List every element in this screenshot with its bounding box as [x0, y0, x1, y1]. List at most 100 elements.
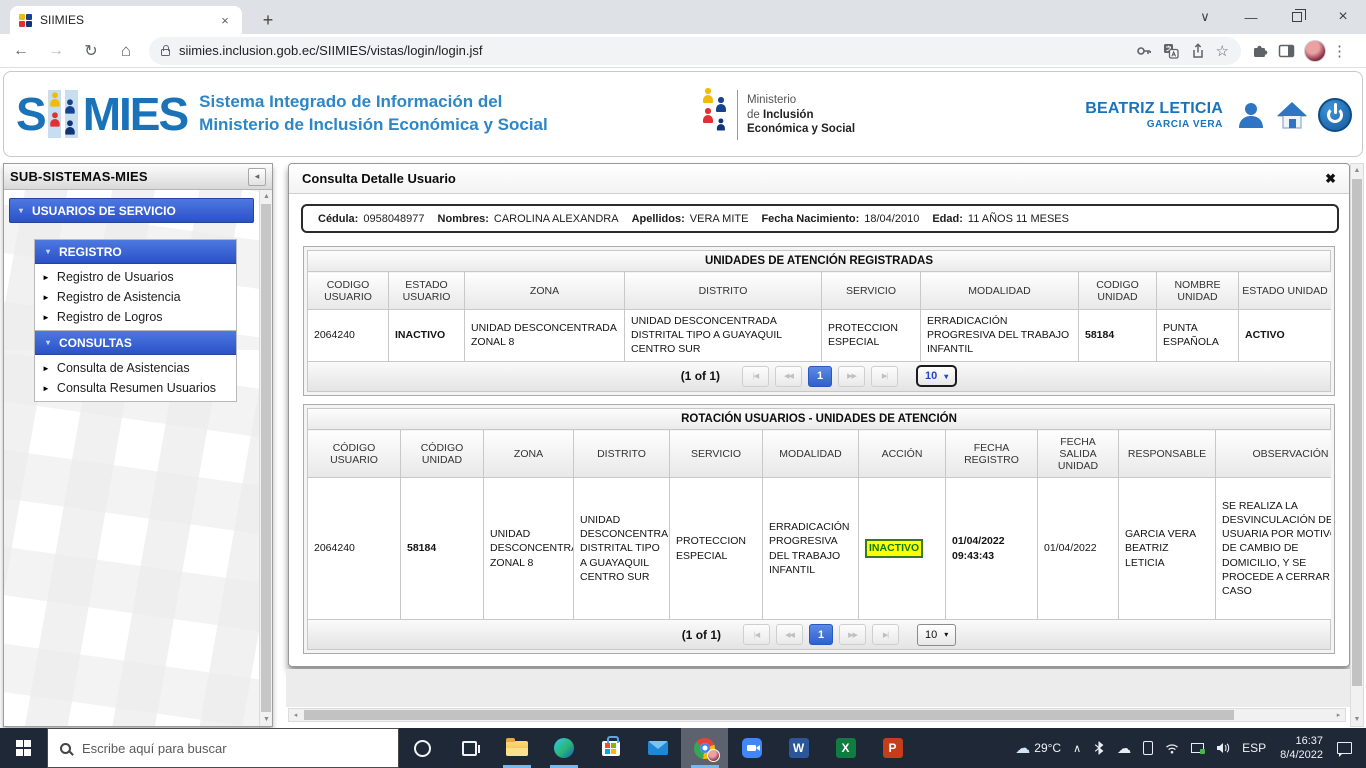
forward-icon[interactable]: →	[42, 37, 70, 65]
volume-button[interactable]	[1210, 728, 1236, 768]
close-icon[interactable]: ✖	[1325, 171, 1336, 187]
extensions-puzzle-icon[interactable]	[1251, 42, 1269, 60]
sidebar-item-consulta-de-asistencias[interactable]: ► Consulta de Asistencias	[35, 358, 236, 378]
system-tray: ☁ 29°C ∧ ☁ ESP 16:37 8/4/2022	[1009, 728, 1366, 768]
onedrive-cloud-icon: ☁	[1117, 741, 1131, 755]
zoom-button[interactable]	[728, 728, 775, 768]
bookmark-star-icon[interactable]: ☆	[1216, 42, 1229, 60]
tab-close-icon[interactable]: ×	[217, 13, 233, 28]
search-input[interactable]	[82, 741, 386, 756]
horizontal-scrollbar[interactable]: ◂ ▸	[288, 708, 1346, 722]
browser-menu-icon[interactable]: ⋮	[1332, 42, 1347, 60]
share-icon[interactable]	[1189, 42, 1207, 60]
fecha-nacimiento-label: Fecha Nacimiento:	[761, 213, 859, 225]
sidebar-item-registro-de-usuarios[interactable]: ► Registro de Usuarios	[35, 267, 236, 287]
your-phone-button[interactable]	[1137, 728, 1159, 768]
weather-widget[interactable]: ☁ 29°C	[1009, 728, 1067, 768]
window-restore-button[interactable]	[1274, 0, 1320, 34]
cortana-button[interactable]	[399, 728, 446, 768]
wifi-button[interactable]	[1159, 728, 1185, 768]
file-explorer-button[interactable]	[493, 728, 540, 768]
cell-fecha-registro: 01/04/2022 09:43:43	[946, 478, 1038, 620]
action-center-icon[interactable]	[1337, 742, 1352, 754]
bluetooth-button[interactable]	[1087, 728, 1111, 768]
menu-item-label: Registro de Logros	[57, 310, 163, 324]
sidebar-item-consulta-resumen-usuarios[interactable]: ► Consulta Resumen Usuarios	[35, 378, 236, 398]
sidebar-scrollbar[interactable]: ▲ ▼	[259, 190, 272, 726]
rows-per-page-select[interactable]: 10 ▾	[916, 365, 957, 387]
url-text[interactable]: siimies.inclusion.gob.ec/SIIMIES/vistas/…	[179, 43, 1126, 58]
home-icon[interactable]: ⌂	[112, 37, 140, 65]
scroll-left-icon[interactable]: ◂	[289, 709, 302, 721]
tray-overflow-button[interactable]: ∧	[1067, 728, 1087, 768]
translate-icon[interactable]	[1162, 42, 1180, 60]
network-security-button[interactable]	[1185, 728, 1210, 768]
window-close-button[interactable]: ×	[1320, 0, 1366, 34]
excel-button[interactable]: X	[822, 728, 869, 768]
language-indicator[interactable]: ESP	[1236, 728, 1272, 768]
reload-icon[interactable]: ↻	[77, 37, 105, 65]
vertical-scrollbar[interactable]: ▲ ▼	[1350, 163, 1364, 727]
nombres-value: CAROLINA ALEXANDRA	[494, 213, 619, 225]
scrollbar-thumb[interactable]	[304, 710, 1234, 720]
group-label: CONSULTAS	[59, 336, 132, 350]
cell-estado-usuario: INACTIVO	[389, 310, 465, 362]
browser-tab[interactable]: SIIMIES ×	[10, 6, 242, 34]
mail-button[interactable]	[634, 728, 681, 768]
sidebar-title: SUB-SISTEMAS-MIES	[10, 169, 148, 184]
pager-page-1-button[interactable]: 1	[808, 366, 832, 387]
pager-last-button[interactable]: ▶|	[872, 624, 899, 645]
clock[interactable]: 16:37 8/4/2022	[1272, 734, 1331, 763]
column-header: FECHA REGISTRO	[946, 430, 1038, 478]
edge-button[interactable]	[540, 728, 587, 768]
pager-first-button[interactable]: |◀	[742, 366, 769, 387]
scrollbar-thumb[interactable]	[1352, 179, 1362, 686]
chrome-button[interactable]	[681, 728, 728, 768]
scroll-down-icon[interactable]: ▼	[260, 713, 273, 726]
start-button[interactable]	[0, 728, 47, 768]
scroll-right-icon[interactable]: ▸	[1332, 709, 1345, 721]
profile-avatar[interactable]	[1304, 40, 1326, 62]
tab-title: SIIMIES	[40, 13, 209, 27]
password-key-icon[interactable]	[1135, 42, 1153, 60]
address-bar[interactable]: siimies.inclusion.gob.ec/SIIMIES/vistas/…	[149, 37, 1241, 65]
rows-per-page-select[interactable]: 10 ▾	[917, 624, 956, 646]
ministry-line3: Económica y Social	[747, 122, 855, 137]
sidebar-item-registro-de-logros[interactable]: ► Registro de Logros	[35, 307, 236, 327]
task-view-button[interactable]	[446, 728, 493, 768]
scrollbar-thumb[interactable]	[261, 204, 271, 712]
pager-next-button[interactable]: ▶▶	[839, 624, 866, 645]
scroll-up-icon[interactable]: ▲	[260, 190, 273, 203]
pager-page-1-button[interactable]: 1	[809, 624, 833, 645]
pager-last-button[interactable]: ▶|	[871, 366, 898, 387]
pager-next-button[interactable]: ▶▶	[838, 366, 865, 387]
onedrive-button[interactable]: ☁	[1111, 728, 1137, 768]
logout-power-icon[interactable]	[1318, 98, 1352, 132]
edge-icon	[554, 738, 574, 758]
column-header: MODALIDAD	[763, 430, 859, 478]
home-page-icon[interactable]	[1275, 100, 1309, 130]
taskbar-search[interactable]	[47, 728, 399, 768]
window-minimize-button[interactable]: —	[1228, 0, 1274, 34]
pager-prev-button[interactable]: ◀◀	[776, 624, 803, 645]
sidebar-item-usuarios-de-servicio[interactable]: ▾ USUARIOS DE SERVICIO	[9, 198, 254, 223]
pager-prev-button[interactable]: ◀◀	[775, 366, 802, 387]
microsoft-store-button[interactable]	[587, 728, 634, 768]
scroll-down-icon[interactable]: ▼	[1351, 713, 1363, 726]
user-profile-icon[interactable]	[1236, 100, 1266, 130]
sidebar-item-consultas[interactable]: ▾ CONSULTAS	[35, 331, 236, 355]
column-header: ESTADO USUARIO	[389, 272, 465, 310]
sidebar-item-registro[interactable]: ▾ REGISTRO	[35, 240, 236, 264]
back-icon[interactable]: ←	[7, 37, 35, 65]
sidebar-collapse-button[interactable]: ◂	[248, 168, 266, 186]
scroll-up-icon[interactable]: ▲	[1351, 164, 1363, 177]
sidebar-item-registro-de-asistencia[interactable]: ► Registro de Asistencia	[35, 287, 236, 307]
side-panel-icon[interactable]	[1277, 42, 1295, 60]
powerpoint-button[interactable]: P	[869, 728, 916, 768]
pager-first-button[interactable]: |◀	[743, 624, 770, 645]
tab-search-icon[interactable]: ∨	[1182, 0, 1228, 34]
new-tab-button[interactable]: +	[254, 6, 282, 34]
word-button[interactable]: W	[775, 728, 822, 768]
chrome-profile-avatar	[707, 749, 720, 762]
chevron-up-icon: ∧	[1073, 742, 1081, 755]
